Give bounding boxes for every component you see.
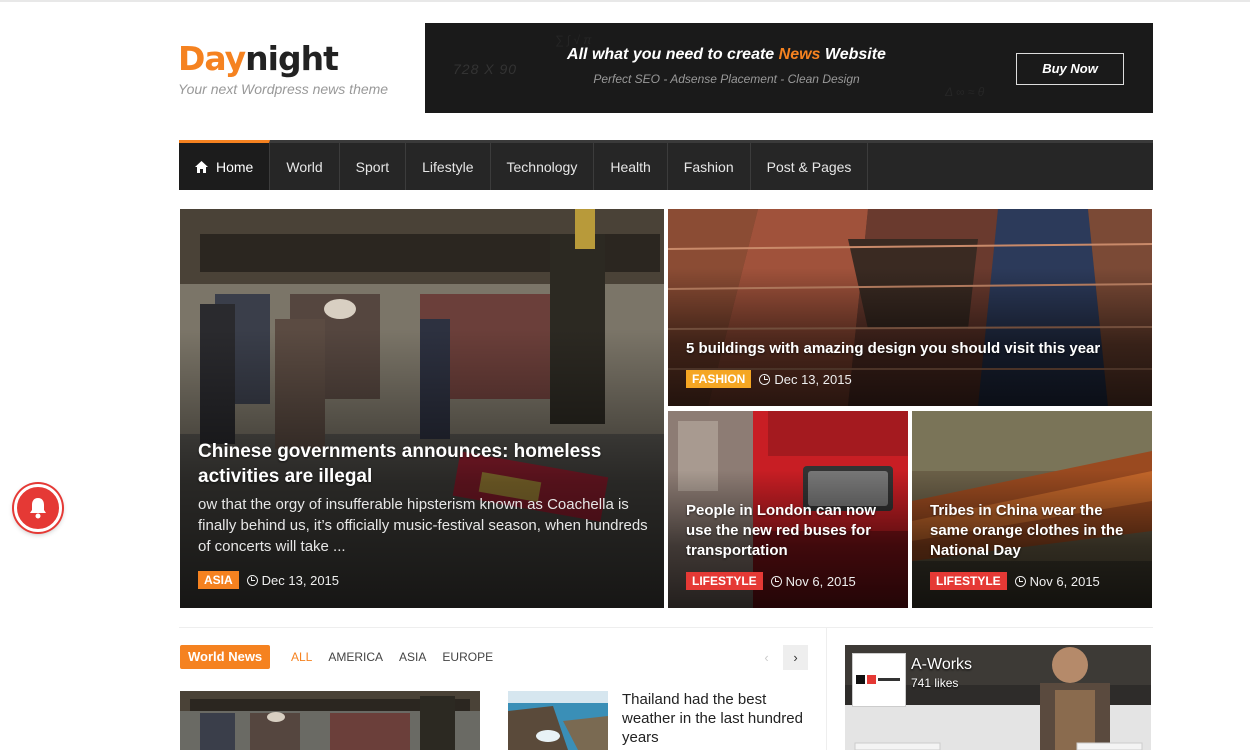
clock-icon xyxy=(770,575,782,587)
top-border xyxy=(0,0,1250,2)
date-text: Nov 6, 2015 xyxy=(1029,573,1100,589)
logo-night: night xyxy=(245,39,339,78)
date-text: Nov 6, 2015 xyxy=(785,573,856,589)
fb-page-name[interactable]: A-Works xyxy=(911,656,972,674)
post-date: Nov 6, 2015 xyxy=(770,573,856,589)
clock-icon xyxy=(1014,575,1026,587)
date-text: Dec 13, 2015 xyxy=(261,572,340,588)
featured-top-right-meta: FASHION Dec 13, 2015 xyxy=(686,370,852,388)
fb-page-likes: 741 likes xyxy=(911,676,959,690)
side-news-thumbnail[interactable] xyxy=(508,691,608,750)
world-news-thumb-image xyxy=(180,691,480,750)
category-badge[interactable]: ASIA xyxy=(198,571,239,589)
filter-america[interactable]: AMERICA xyxy=(328,650,383,664)
featured-main-card[interactable]: Chinese governments announces: homeless … xyxy=(180,209,664,608)
nav-item-fashion[interactable]: Fashion xyxy=(668,143,751,190)
nav-label: Fashion xyxy=(683,158,734,175)
world-news-label: World News xyxy=(180,645,271,669)
featured-top-right-card[interactable]: 5 buildings with amazing design you shou… xyxy=(668,209,1152,406)
featured-bottom-left-card[interactable]: People in London can now use the new red… xyxy=(668,411,908,608)
nav-label: Health xyxy=(610,158,651,175)
section-divider xyxy=(179,627,1153,628)
category-badge[interactable]: FASHION xyxy=(686,370,752,388)
post-date: Nov 6, 2015 xyxy=(1014,573,1100,589)
logo-day: Day xyxy=(178,39,246,78)
world-news-thumbnail[interactable] xyxy=(180,691,480,750)
ad-banner[interactable]: ∑ ∫ √ π Δ ∞ ≈ θ 728 X 90 All what you ne… xyxy=(425,23,1153,113)
nav-label: Sport xyxy=(355,158,390,175)
nav-item-technology[interactable]: Technology xyxy=(491,143,595,190)
site-tagline: Your next Wordpress news theme xyxy=(178,81,389,97)
filter-asia[interactable]: ASIA xyxy=(399,650,426,664)
date-text: Dec 13, 2015 xyxy=(774,371,852,387)
ad-headline-post: Website xyxy=(820,46,886,63)
category-badge[interactable]: LIFESTYLE xyxy=(686,572,763,590)
facebook-page-widget[interactable]: A-Works 741 likes xyxy=(845,645,1151,750)
clock-icon xyxy=(759,373,771,385)
buy-now-button[interactable]: Buy Now xyxy=(1016,53,1124,85)
sidebar-divider xyxy=(826,628,827,750)
notification-bell-button[interactable] xyxy=(14,484,62,532)
side-news-thumb-image xyxy=(508,691,608,750)
featured-bottom-right-meta: LIFESTYLE Nov 6, 2015 xyxy=(930,572,1100,590)
filter-all[interactable]: ALL xyxy=(291,650,312,664)
fb-page-logo[interactable] xyxy=(852,653,906,707)
ad-headline-highlight: News xyxy=(778,46,821,63)
ad-subline: Perfect SEO - Adsense Placement - Clean … xyxy=(593,72,860,86)
nav-label: Home xyxy=(216,158,254,175)
site-logo[interactable]: Daynight xyxy=(178,39,339,78)
nav-label: Post & Pages xyxy=(766,158,852,175)
clock-icon xyxy=(246,574,258,586)
world-news-filters: ALL AMERICA ASIA EUROPE xyxy=(291,650,493,664)
nav-item-world[interactable]: World xyxy=(270,143,340,190)
ad-texture: ∑ ∫ √ π xyxy=(555,33,592,47)
prev-page-button[interactable]: ‹ xyxy=(754,645,779,670)
side-news-title[interactable]: Thailand had the best weather in the las… xyxy=(622,690,812,747)
featured-bottom-right-card[interactable]: Tribes in China wear the same orange clo… xyxy=(912,411,1152,608)
ad-headline-pre: All what you need to create xyxy=(567,46,779,63)
filter-europe[interactable]: EUROPE xyxy=(442,650,493,664)
featured-main-meta: ASIA Dec 13, 2015 xyxy=(198,571,339,589)
post-date: Dec 13, 2015 xyxy=(759,371,852,387)
featured-top-right-title[interactable]: 5 buildings with amazing design you shou… xyxy=(686,339,1146,359)
featured-bottom-left-meta: LIFESTYLE Nov 6, 2015 xyxy=(686,572,856,590)
featured-main-excerpt: ow that the orgy of insufferable hipster… xyxy=(198,496,648,555)
main-nav: Home World Sport Lifestyle Technology He… xyxy=(179,140,1153,190)
home-icon xyxy=(195,160,208,173)
next-page-button[interactable]: › xyxy=(783,645,808,670)
featured-bottom-left-title[interactable]: People in London can now use the new red… xyxy=(686,501,886,561)
a-works-logo-icon xyxy=(856,675,900,684)
nav-item-sport[interactable]: Sport xyxy=(340,143,407,190)
featured-main-title[interactable]: Chinese governments announces: homeless … xyxy=(198,439,628,489)
nav-item-health[interactable]: Health xyxy=(594,143,668,190)
category-badge[interactable]: LIFESTYLE xyxy=(930,572,1007,590)
post-date: Dec 13, 2015 xyxy=(246,572,340,588)
featured-bottom-right-title[interactable]: Tribes in China wear the same orange clo… xyxy=(930,501,1130,561)
bell-icon xyxy=(30,498,46,519)
nav-item-lifestyle[interactable]: Lifestyle xyxy=(406,143,491,190)
nav-item-home[interactable]: Home xyxy=(179,140,271,190)
ad-headline: All what you need to create News Website xyxy=(425,46,1028,64)
nav-label: Lifestyle xyxy=(422,158,474,175)
nav-label: Technology xyxy=(506,158,578,175)
nav-label: World xyxy=(286,158,323,175)
nav-item-post-pages[interactable]: Post & Pages xyxy=(751,143,869,190)
ad-texture-2: Δ ∞ ≈ θ xyxy=(945,85,985,99)
